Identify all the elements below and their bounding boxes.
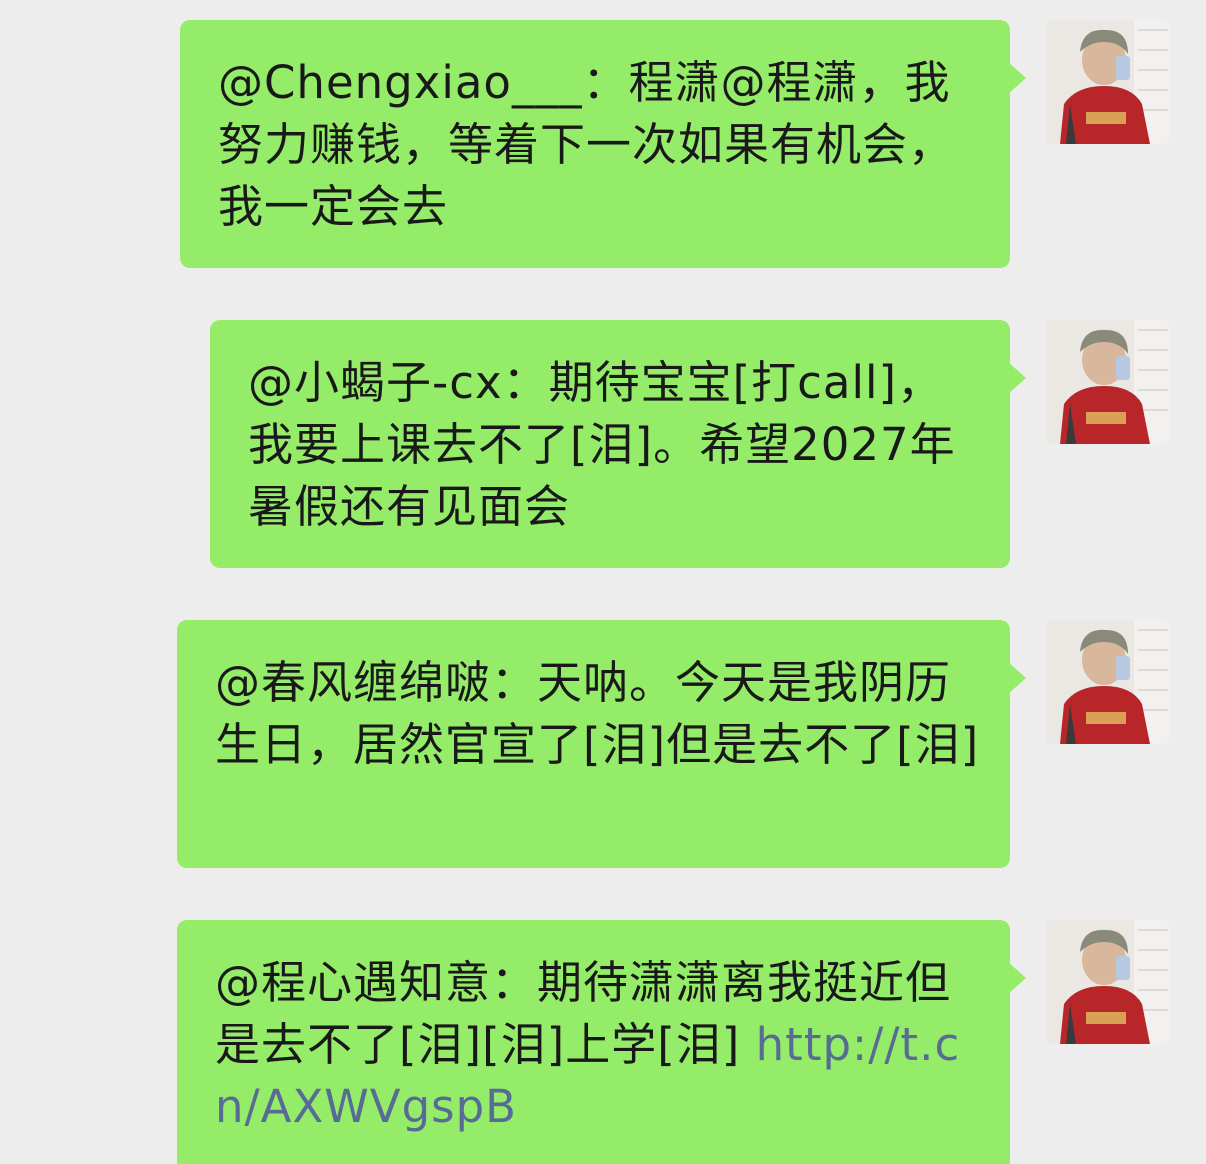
message-bubble[interactable]: @程心遇知意：期待潇潇离我挺近但是去不了[泪][泪]上学[泪] http://t…: [177, 920, 1026, 1164]
message-text: @春风缠绵啵：天呐。今天是我阴历生日，居然官宣了[泪]但是去不了[泪]: [215, 656, 980, 771]
avatar[interactable]: [1046, 20, 1170, 144]
avatar-photo-icon: [1046, 920, 1170, 1044]
message-bubble[interactable]: @春风缠绵啵：天呐。今天是我阴历生日，居然官宣了[泪]但是去不了[泪]: [177, 620, 1026, 868]
bubble-tail: [1008, 362, 1026, 394]
bubble-tail: [1008, 962, 1026, 994]
avatar-photo-icon: [1046, 320, 1170, 444]
avatar[interactable]: [1046, 320, 1170, 444]
avatar-photo-icon: [1046, 620, 1170, 744]
avatar-photo-icon: [1046, 20, 1170, 144]
message-text: @Chengxiao___：程潇@程潇，我努力赚钱，等着下一次如果有机会，我一定…: [218, 56, 955, 233]
bubble-tail: [1008, 662, 1026, 694]
bubble-tail: [1008, 62, 1026, 94]
avatar[interactable]: [1046, 620, 1170, 744]
message-bubble[interactable]: @小蝎子-cx：期待宝宝[打call]，我要上课去不了[泪]。希望2027年暑假…: [210, 320, 1026, 568]
message-text: @小蝎子-cx：期待宝宝[打call]，我要上课去不了[泪]。希望2027年暑假…: [248, 356, 956, 533]
avatar[interactable]: [1046, 920, 1170, 1044]
message-bubble[interactable]: @Chengxiao___：程潇@程潇，我努力赚钱，等着下一次如果有机会，我一定…: [180, 20, 1026, 268]
